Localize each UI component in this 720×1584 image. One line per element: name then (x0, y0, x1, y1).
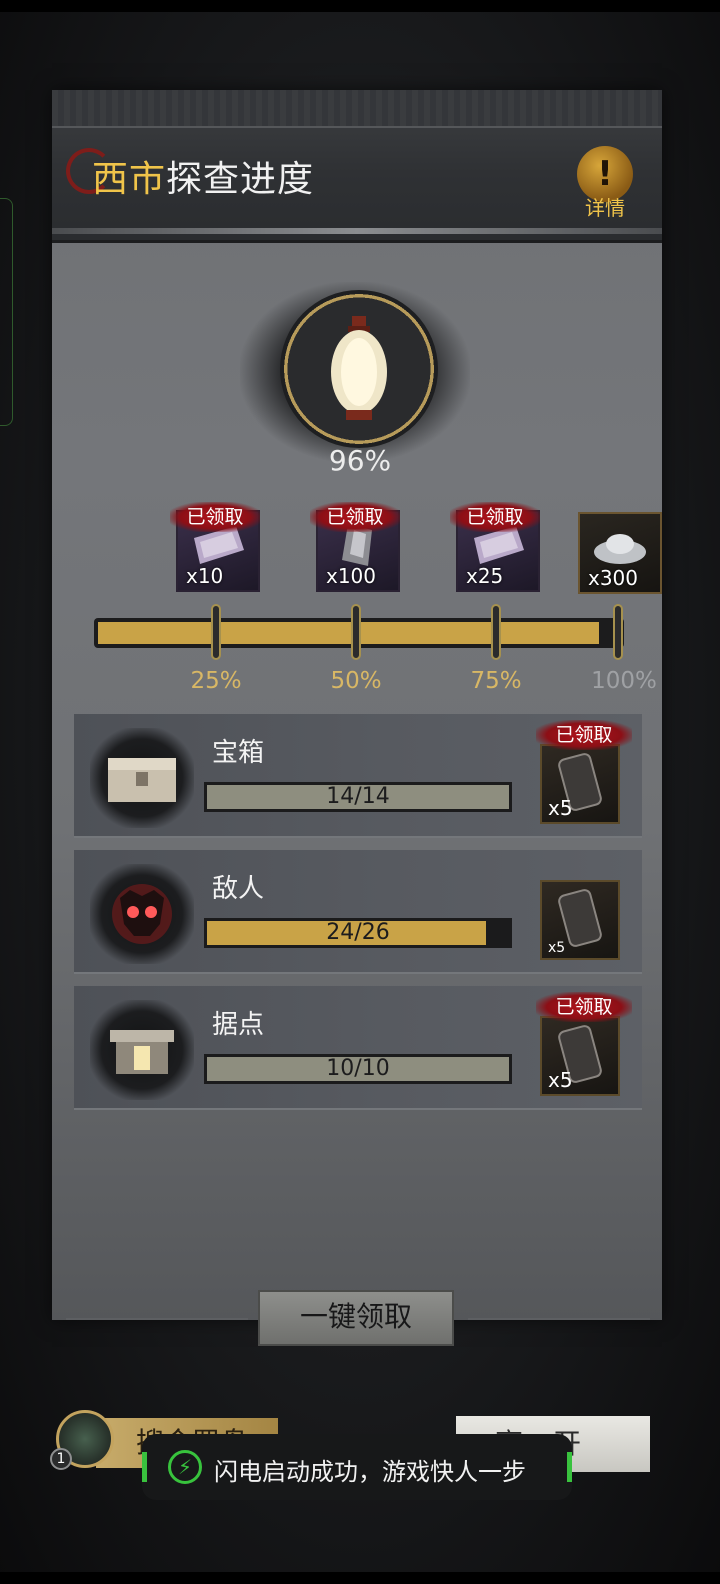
milestone-label: 75% (470, 668, 522, 694)
stronghold-icon (110, 1030, 174, 1074)
silver-ingot-icon (594, 534, 646, 564)
task-row-enemies: 敌人 24/26 x5 (74, 850, 642, 974)
milestone-marker (491, 604, 501, 660)
milestone-marker (613, 604, 623, 660)
page-title: 西市探查进度 (92, 158, 314, 202)
reward-quantity: x5 (548, 1068, 573, 1092)
claim-all-button[interactable]: 一键领取 (258, 1290, 454, 1346)
details-button[interactable]: ! 详情 (572, 146, 638, 220)
reward-quantity: x10 (186, 564, 224, 588)
task-progress-text: 14/14 (326, 784, 390, 809)
claimed-tag: 已领取 (450, 502, 540, 532)
divider-line (66, 1318, 248, 1320)
toast-accent-bar (142, 1452, 147, 1482)
milestone-reward-100[interactable]: x300 (578, 512, 662, 594)
task-progress-bar: 24/26 (204, 918, 512, 948)
milestone-label: 50% (330, 668, 382, 694)
task-icon-frame (90, 728, 194, 828)
title-rest: 探查进度 (166, 159, 315, 200)
nav-bar (0, 1572, 720, 1584)
enemy-skull-icon (112, 884, 172, 944)
task-progress-bar: 10/10 (204, 1054, 512, 1084)
claimed-tag: 已领取 (310, 502, 400, 532)
task-reward-item[interactable]: x5 (540, 880, 620, 960)
reward-quantity: x25 (466, 564, 504, 588)
claimed-tag: 已领取 (536, 720, 632, 750)
status-bar (0, 0, 720, 12)
toast-message: 闪电启动成功，游戏快人一步 (214, 1458, 526, 1486)
title-highlight: 西市 (92, 159, 167, 200)
task-icon-frame (90, 1000, 194, 1100)
task-name: 敌人 (212, 874, 265, 904)
task-progress-bar: 14/14 (204, 782, 512, 812)
claimed-tag: 已领取 (170, 502, 260, 532)
toast-accent-bar (567, 1452, 572, 1482)
milestone-label: 25% (190, 668, 242, 694)
lantern-icon (331, 316, 387, 420)
task-row-strongholds: 据点 10/10 x5 已领取 (74, 986, 642, 1110)
reward-quantity: x5 (548, 796, 573, 820)
reward-quantity: x5 (548, 940, 566, 956)
reward-quantity: x100 (326, 564, 377, 588)
exploration-panel (52, 90, 662, 1320)
milestone-label: 100% (591, 668, 657, 694)
overall-progress-percent: 96% (328, 444, 392, 477)
divider-line (468, 1318, 650, 1320)
task-progress-text: 24/26 (326, 920, 390, 945)
task-reward-item[interactable]: x5 (540, 744, 620, 824)
task-icon-frame (90, 864, 194, 964)
task-progress-text: 10/10 (326, 1056, 390, 1081)
task-name: 宝箱 (212, 738, 265, 768)
milestone-marker (351, 604, 361, 660)
task-row-chests: 宝箱 14/14 x5 已领取 (74, 714, 642, 838)
side-tab-edge (0, 198, 13, 426)
details-label: 详情 (585, 196, 625, 220)
task-name: 据点 (212, 1010, 265, 1040)
header-divider (52, 228, 662, 234)
header-decoration (52, 90, 662, 128)
lightning-icon: ⚡ (168, 1450, 202, 1484)
milestone-marker (211, 604, 221, 660)
task-reward-item[interactable]: x5 (540, 1016, 620, 1096)
exploration-progress-fill (98, 622, 599, 644)
claimed-tag: 已领取 (536, 992, 632, 1022)
reward-quantity: x300 (588, 566, 639, 590)
compass-count-badge: 1 (50, 1448, 72, 1470)
treasure-chest-icon (108, 758, 176, 802)
